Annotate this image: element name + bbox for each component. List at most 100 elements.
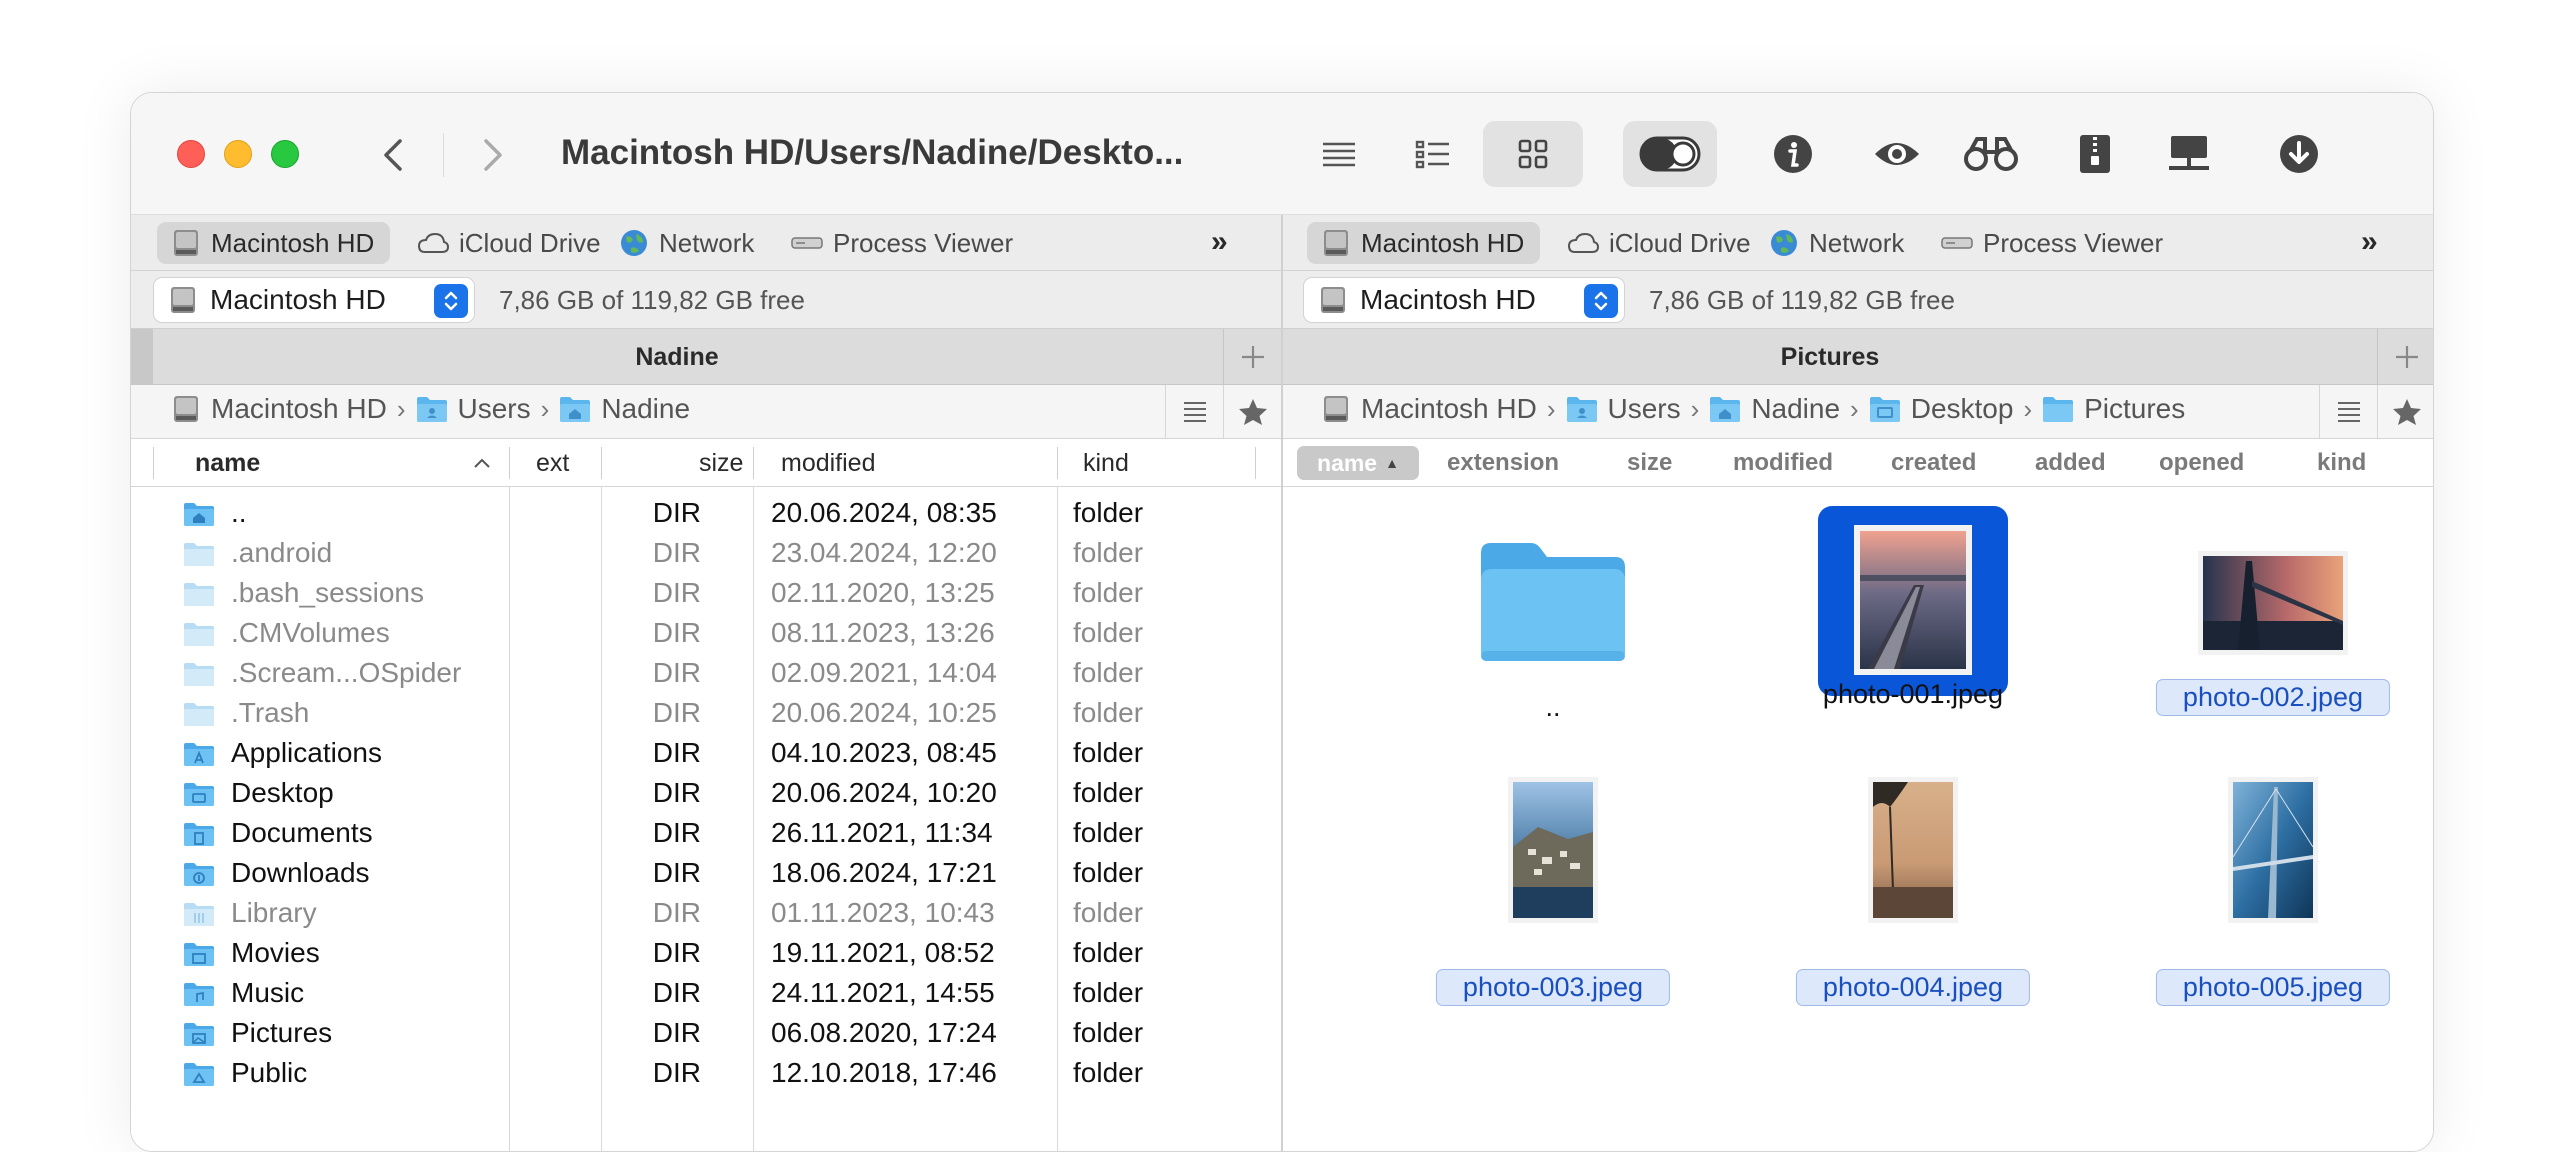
search-button[interactable] bbox=[1941, 121, 2041, 187]
breadcrumb-item[interactable]: Desktop bbox=[1869, 393, 2013, 425]
file-modified: 23.04.2024, 12:20 bbox=[771, 537, 997, 568]
connect-server-button[interactable] bbox=[2139, 121, 2239, 187]
add-tab-button[interactable] bbox=[2377, 329, 2433, 384]
grid-item-selected[interactable]: photo-005.jpeg bbox=[2133, 777, 2413, 1017]
column-opened[interactable]: opened bbox=[2159, 449, 2244, 477]
grid-item-focused[interactable]: photo-001.jpeg bbox=[1773, 487, 2053, 727]
right-volume-select[interactable]: Macintosh HD bbox=[1303, 277, 1625, 323]
grid-item-selected[interactable]: photo-003.jpeg bbox=[1413, 777, 1693, 1017]
grid-item-selected[interactable]: photo-004.jpeg bbox=[1773, 777, 2053, 1017]
minimize-window-button[interactable] bbox=[224, 140, 252, 168]
table-row[interactable]: .bash_sessions DIR 02.11.2020, 13:25 folder bbox=[131, 573, 1281, 613]
tab-process-viewer[interactable]: Process Viewer bbox=[1927, 222, 2179, 264]
column-kind[interactable]: kind bbox=[2317, 449, 2366, 477]
applications-folder-icon bbox=[183, 741, 215, 774]
photo-thumbnail-coast bbox=[1508, 777, 1598, 923]
right-panel-title: Pictures bbox=[1780, 343, 1880, 371]
column-name[interactable]: name bbox=[195, 449, 260, 478]
list-view-button[interactable] bbox=[1289, 121, 1389, 187]
table-row[interactable]: .Trash DIR 20.06.2024, 10:25 folder bbox=[131, 693, 1281, 733]
breadcrumb-label: Pictures bbox=[2084, 393, 2186, 424]
close-window-button[interactable] bbox=[177, 140, 205, 168]
column-extension[interactable]: extension bbox=[1447, 449, 1559, 477]
column-name-sorted[interactable]: name ▲ bbox=[1297, 446, 1419, 480]
folder-icon bbox=[183, 661, 215, 694]
table-row[interactable]: .CMVolumes DIR 08.11.2023, 13:26 folder bbox=[131, 613, 1281, 653]
file-size: DIR bbox=[652, 937, 701, 968]
table-row[interactable]: .. DIR 20.06.2024, 08:35 folder bbox=[131, 493, 1281, 533]
column-kind[interactable]: kind bbox=[1083, 449, 1129, 478]
favorites-button[interactable] bbox=[2377, 385, 2433, 438]
tab-label: Network bbox=[659, 227, 755, 258]
column-created[interactable]: created bbox=[1891, 449, 1976, 477]
more-tabs-button[interactable]: » bbox=[1211, 225, 1228, 259]
tab-macintosh-hd[interactable]: Macintosh HD bbox=[1307, 222, 1541, 264]
file-size: DIR bbox=[652, 857, 701, 888]
tab-process-viewer[interactable]: Process Viewer bbox=[777, 222, 1029, 264]
breadcrumb-item[interactable]: Pictures bbox=[2042, 393, 2185, 425]
favorites-button[interactable] bbox=[1223, 385, 1281, 438]
download-icon bbox=[2280, 135, 2318, 173]
breadcrumb-item[interactable]: Macintosh HD bbox=[171, 393, 387, 425]
column-size[interactable]: size bbox=[1627, 449, 1672, 477]
left-file-list: .. DIR 20.06.2024, 08:35 folder .android DIR 2… bbox=[131, 487, 1281, 1151]
grid-view-button[interactable] bbox=[1483, 121, 1583, 187]
column-size[interactable]: size bbox=[699, 449, 743, 478]
grid-item[interactable]: .. bbox=[1413, 487, 1693, 727]
column-added[interactable]: added bbox=[2035, 449, 2106, 477]
table-row[interactable]: .android DIR 23.04.2024, 12:20 folder bbox=[131, 533, 1281, 573]
breadcrumb-item[interactable]: Nadine bbox=[1709, 393, 1840, 425]
left-volume-select[interactable]: Macintosh HD bbox=[153, 277, 475, 323]
table-row[interactable]: Desktop DIR 20.06.2024, 10:20 folder bbox=[131, 773, 1281, 813]
breadcrumb-item[interactable]: Macintosh HD bbox=[1321, 393, 1537, 425]
history-list-button[interactable] bbox=[2319, 385, 2377, 438]
file-modified: 26.11.2021, 11:34 bbox=[771, 817, 993, 848]
add-tab-button[interactable] bbox=[1223, 329, 1281, 384]
tab-network[interactable]: Network bbox=[605, 222, 770, 264]
tab-icloud-drive[interactable]: iCloud Drive bbox=[1553, 222, 1767, 264]
table-row[interactable]: Public DIR 12.10.2018, 17:46 folder bbox=[131, 1053, 1281, 1093]
table-row[interactable]: Library DIR 01.11.2023, 10:43 folder bbox=[131, 893, 1281, 933]
column-modified[interactable]: modified bbox=[1733, 449, 1833, 477]
tab-network[interactable]: Network bbox=[1755, 222, 1920, 264]
file-kind: folder bbox=[1073, 577, 1144, 608]
photo-thumbnail-suspension-bridge bbox=[2228, 777, 2318, 923]
back-button[interactable] bbox=[369, 131, 417, 179]
table-row[interactable]: Applications DIR 04.10.2023, 08:45 folder bbox=[131, 733, 1281, 773]
file-size: DIR bbox=[652, 897, 701, 928]
grid-view-icon bbox=[1518, 139, 1548, 169]
info-button[interactable] bbox=[1743, 121, 1843, 187]
table-row[interactable]: Documents DIR 26.11.2021, 11:34 folder bbox=[131, 813, 1281, 853]
commander-window: Macintosh HD/Users/Nadine/Deskto... Maci… bbox=[130, 92, 2434, 1152]
breadcrumb-item[interactable]: Users bbox=[416, 393, 531, 425]
tab-label: Process Viewer bbox=[833, 227, 1014, 258]
file-modified: 20.06.2024, 10:20 bbox=[771, 777, 997, 808]
archive-button[interactable] bbox=[2045, 121, 2145, 187]
history-list-button[interactable] bbox=[1165, 385, 1223, 438]
file-kind: folder bbox=[1073, 697, 1144, 728]
table-row[interactable]: Downloads DIR 18.06.2024, 17:21 folder bbox=[131, 853, 1281, 893]
hard-drive-icon bbox=[1324, 396, 1348, 422]
column-modified[interactable]: modified bbox=[781, 449, 876, 478]
column-separator bbox=[153, 447, 154, 479]
table-row[interactable]: Pictures DIR 06.08.2020, 17:24 folder bbox=[131, 1013, 1281, 1053]
quick-look-button[interactable] bbox=[1847, 121, 1947, 187]
music-folder-icon bbox=[183, 981, 215, 1014]
more-tabs-button[interactable]: » bbox=[2361, 225, 2378, 259]
grid-item-selected[interactable]: photo-002.jpeg bbox=[2133, 487, 2413, 727]
hidden-files-toggle[interactable] bbox=[1623, 121, 1717, 187]
detail-list-button[interactable] bbox=[1383, 121, 1483, 187]
breadcrumb-item[interactable]: Nadine bbox=[559, 393, 690, 425]
table-row[interactable]: Music DIR 24.11.2021, 14:55 folder bbox=[131, 973, 1281, 1013]
forward-button[interactable] bbox=[469, 131, 517, 179]
breadcrumb-item[interactable]: Users bbox=[1566, 393, 1681, 425]
file-kind: folder bbox=[1073, 1057, 1144, 1088]
zoom-window-button[interactable] bbox=[271, 140, 299, 168]
tab-icloud-drive[interactable]: iCloud Drive bbox=[403, 222, 617, 264]
table-row[interactable]: .Scream...OSpider DIR 02.09.2021, 14:04 fol… bbox=[131, 653, 1281, 693]
download-button[interactable] bbox=[2249, 121, 2349, 187]
file-name: Documents bbox=[231, 817, 373, 848]
table-row[interactable]: Movies DIR 19.11.2021, 08:52 folder bbox=[131, 933, 1281, 973]
tab-macintosh-hd[interactable]: Macintosh HD bbox=[157, 222, 391, 264]
column-ext[interactable]: ext bbox=[536, 449, 569, 478]
